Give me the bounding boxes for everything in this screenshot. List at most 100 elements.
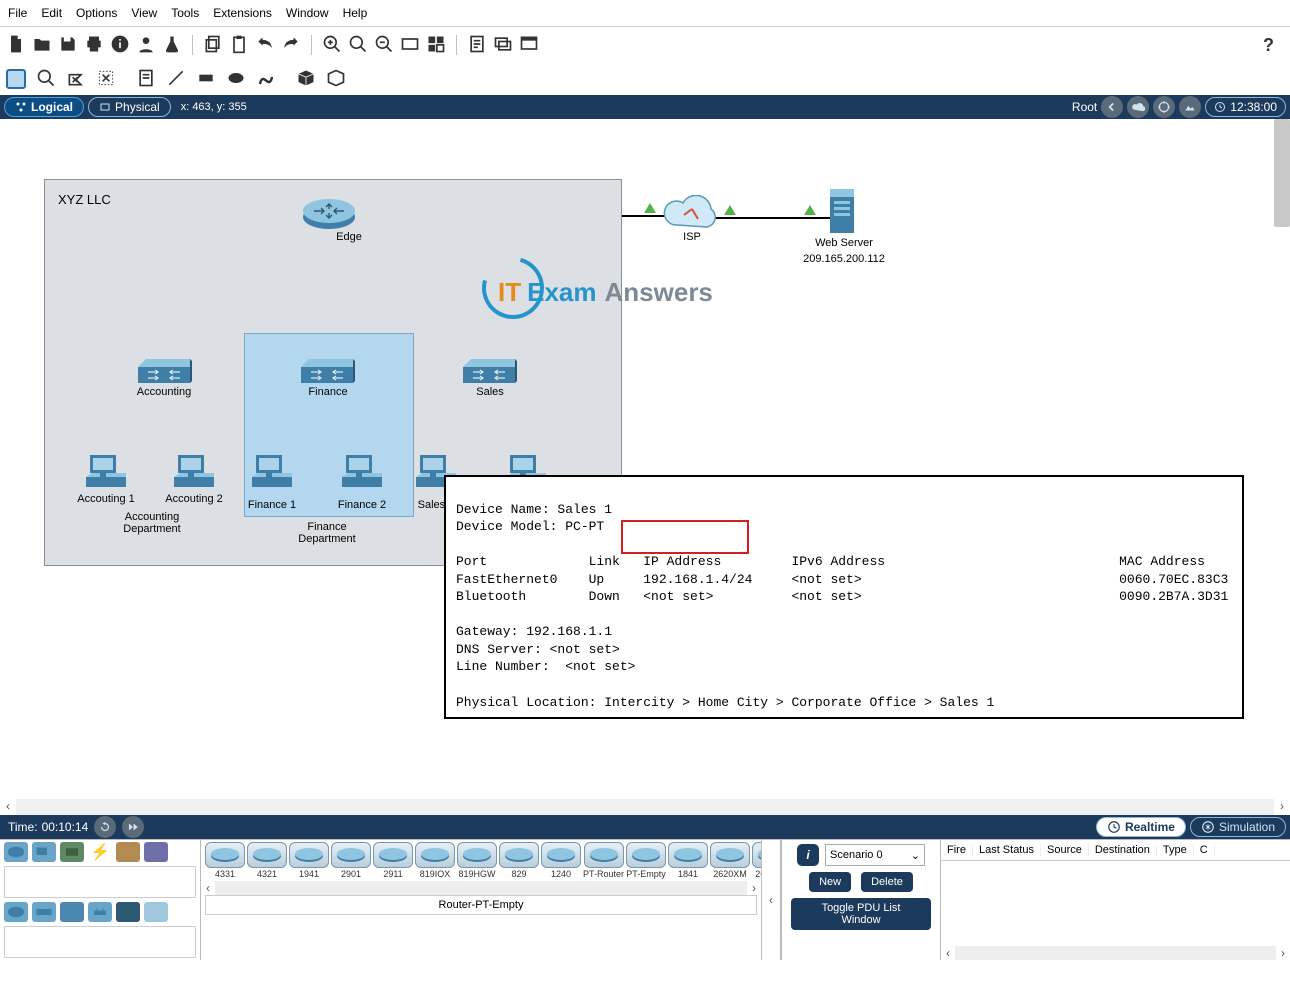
cat-end[interactable]: [32, 842, 56, 862]
cat-multiuser[interactable]: [144, 842, 168, 862]
rect-shape-icon[interactable]: [196, 68, 216, 91]
device-819iox[interactable]: 819IOX: [415, 842, 455, 879]
cat-misc[interactable]: [116, 842, 140, 862]
device-2911[interactable]: 2911: [373, 842, 413, 879]
subcat-wan[interactable]: [144, 902, 168, 922]
pc-finance-2[interactable]: [340, 453, 384, 493]
notes-icon[interactable]: [467, 34, 487, 57]
subcat-hub[interactable]: [60, 902, 84, 922]
device-pt-empty[interactable]: PT-Empty: [626, 842, 666, 879]
subcat-wireless[interactable]: [88, 902, 112, 922]
pc-accounting-2[interactable]: [172, 453, 216, 493]
new-scenario-button[interactable]: New: [809, 872, 851, 892]
save-icon[interactable]: [58, 34, 78, 57]
menu-file[interactable]: File: [8, 6, 27, 20]
scenario-info-icon[interactable]: i: [797, 844, 819, 866]
cat-components[interactable]: [60, 842, 84, 862]
freeform-icon[interactable]: [256, 68, 276, 91]
complex-pdu-icon[interactable]: [326, 68, 346, 91]
switch-finance[interactable]: [299, 357, 355, 387]
reset-time-icon[interactable]: [94, 816, 116, 838]
target-nav-icon[interactable]: [1153, 96, 1175, 118]
vertical-scrollbar[interactable]: [1274, 119, 1290, 227]
device-4331[interactable]: 4331: [205, 842, 245, 879]
subcat-switch[interactable]: [32, 902, 56, 922]
user-icon[interactable]: [136, 34, 156, 57]
zoom-out-icon[interactable]: [374, 34, 394, 57]
fast-forward-icon[interactable]: [122, 816, 144, 838]
select-tool[interactable]: [6, 69, 26, 89]
panel-collapse-icon[interactable]: ‹: [761, 840, 781, 960]
pdu-hscroll[interactable]: ‹›: [941, 946, 1290, 960]
device-2901[interactable]: 2901: [331, 842, 371, 879]
root-label[interactable]: Root: [1072, 100, 1097, 114]
pc-accounting-1[interactable]: [84, 453, 128, 493]
device-4321[interactable]: 4321: [247, 842, 287, 879]
help-icon[interactable]: ?: [1263, 35, 1284, 56]
device-hscroll[interactable]: ‹›: [201, 881, 761, 895]
col-extra[interactable]: C: [1194, 844, 1215, 856]
open-file-icon[interactable]: [32, 34, 52, 57]
simulation-mode[interactable]: Simulation: [1190, 817, 1286, 837]
paste-icon[interactable]: [229, 34, 249, 57]
device-pt-router[interactable]: PT-Router: [583, 842, 624, 879]
subcat-router[interactable]: [4, 902, 28, 922]
col-last-status[interactable]: Last Status: [973, 844, 1041, 856]
realtime-mode[interactable]: Realtime: [1096, 817, 1186, 837]
copy-icon[interactable]: [203, 34, 223, 57]
device-2621xm[interactable]: 2621XM: [752, 842, 761, 879]
device-1240[interactable]: 1240: [541, 842, 581, 879]
col-fire[interactable]: Fire: [941, 844, 973, 856]
subcat-security[interactable]: [116, 902, 140, 922]
tile-icon[interactable]: [426, 34, 446, 57]
ellipse-shape-icon[interactable]: [226, 68, 246, 91]
col-type[interactable]: Type: [1157, 844, 1194, 856]
switch-sales[interactable]: [461, 357, 517, 387]
rect-tool-icon[interactable]: [400, 34, 420, 57]
menu-window[interactable]: Window: [286, 6, 329, 20]
info-icon[interactable]: [110, 34, 130, 57]
menu-extensions[interactable]: Extensions: [213, 6, 272, 20]
device-1841[interactable]: 1841: [668, 842, 708, 879]
zoom-in-icon[interactable]: [322, 34, 342, 57]
layers-icon[interactable]: [493, 34, 513, 57]
image-nav-icon[interactable]: [1179, 96, 1201, 118]
device-829[interactable]: 829: [499, 842, 539, 879]
delete-scenario-button[interactable]: Delete: [861, 872, 913, 892]
new-file-icon[interactable]: [6, 34, 26, 57]
menu-options[interactable]: Options: [76, 6, 117, 20]
back-icon[interactable]: [1101, 96, 1123, 118]
router-edge[interactable]: [302, 195, 356, 234]
workspace-hscroll[interactable]: ‹›: [0, 799, 1290, 815]
menu-tools[interactable]: Tools: [171, 6, 199, 20]
web-server[interactable]: [824, 185, 860, 240]
device-819hgw[interactable]: 819HGW: [457, 842, 497, 879]
lab-icon[interactable]: [162, 34, 182, 57]
workspace[interactable]: XYZ LLC Edge ISP Web Server 209.165.200.…: [0, 119, 1290, 799]
cat-network[interactable]: [4, 842, 28, 862]
device-2620xm[interactable]: 2620XM: [710, 842, 750, 879]
logical-view-tab[interactable]: Logical: [4, 97, 84, 117]
col-source[interactable]: Source: [1041, 844, 1089, 856]
col-destination[interactable]: Destination: [1089, 844, 1157, 856]
resize-tool-icon[interactable]: [96, 68, 116, 91]
simple-pdu-icon[interactable]: [296, 68, 316, 91]
scenario-select[interactable]: Scenario 0⌄: [825, 844, 925, 866]
note-tool-icon[interactable]: [136, 68, 156, 91]
canvas[interactable]: XYZ LLC Edge ISP Web Server 209.165.200.…: [4, 123, 1270, 795]
toggle-pdu-button[interactable]: Toggle PDU List Window: [791, 898, 931, 930]
print-icon[interactable]: [84, 34, 104, 57]
menu-view[interactable]: View: [131, 6, 157, 20]
switch-accounting[interactable]: [136, 357, 192, 387]
cat-connections[interactable]: ⚡: [88, 842, 112, 862]
cloud-nav-icon[interactable]: [1127, 96, 1149, 118]
inspect-icon[interactable]: [36, 68, 56, 91]
line-tool-icon[interactable]: [166, 68, 186, 91]
redo-icon[interactable]: [281, 34, 301, 57]
menu-help[interactable]: Help: [343, 6, 368, 20]
pc-finance-1[interactable]: [250, 453, 294, 493]
device-1941[interactable]: 1941: [289, 842, 329, 879]
isp-cloud[interactable]: [662, 195, 722, 236]
undo-icon[interactable]: [255, 34, 275, 57]
physical-view-tab[interactable]: Physical: [88, 97, 171, 117]
